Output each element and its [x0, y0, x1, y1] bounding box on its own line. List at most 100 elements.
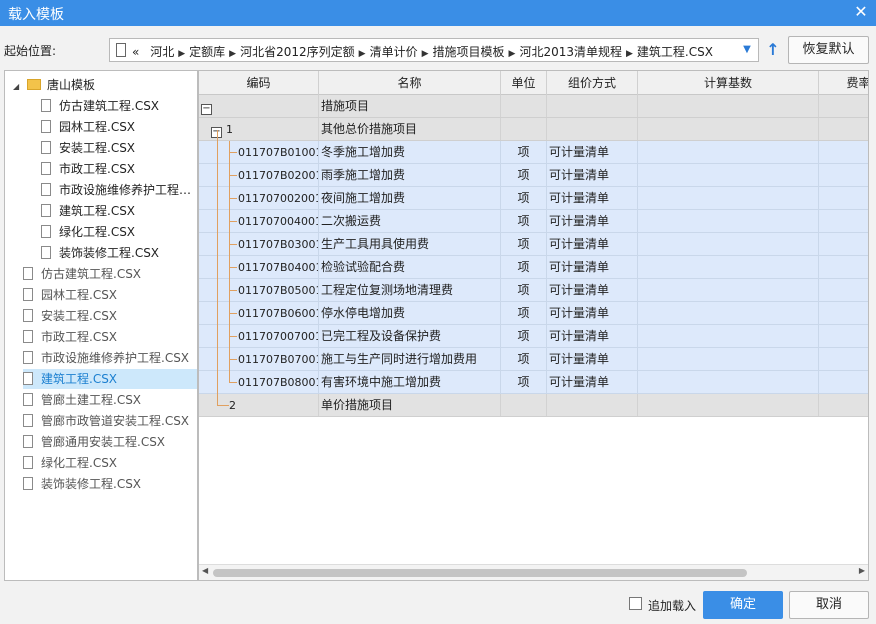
row-code: 011707B01001 — [238, 146, 319, 159]
breadcrumb-item[interactable]: « — [132, 45, 139, 59]
tree-connector-line — [217, 405, 229, 406]
scroll-left-icon[interactable]: ◀ — [202, 566, 208, 575]
tree-file-item[interactable]: 绿化工程.CSX — [23, 453, 117, 473]
tree-file-item[interactable]: 建筑工程.CSX — [23, 369, 197, 389]
row-method: 可计量清单 — [549, 283, 610, 297]
row-unit: 项 — [517, 237, 530, 251]
tree-item-label: 市政设施维修养护工程… — [59, 183, 192, 197]
grid-cell: 项 — [501, 348, 547, 370]
cancel-button[interactable]: 取消 — [789, 591, 869, 619]
header-calc-base[interactable]: 计算基数 — [638, 71, 819, 95]
table-row[interactable]: 011707B07001 施工与生产同时进行增加费用 项 可计量清单 — [199, 348, 868, 371]
row-method: 可计量清单 — [549, 306, 610, 320]
title-bar: 载入模板 ✕ — [0, 0, 876, 26]
dropdown-arrow-icon[interactable]: ▼ — [738, 39, 756, 61]
table-row[interactable]: 011707B04001 检验试验配合费 项 可计量清单 — [199, 256, 868, 279]
tree-child-item[interactable]: 建筑工程.CSX — [41, 201, 135, 221]
collapse-icon[interactable]: − — [201, 104, 212, 115]
table-row[interactable]: 011707B06001 停水停电增加费 项 可计量清单 — [199, 302, 868, 325]
up-arrow-icon[interactable]: ↑ — [764, 40, 782, 60]
path-combobox[interactable]: « 河北 ▶ 定额库 ▶ 河北省2012序列定额 ▶ 清单计价 ▶ 措施项目模板 ▶ 河北2013清… — [109, 38, 759, 62]
header-name[interactable]: 名称 — [319, 71, 501, 95]
ok-button[interactable]: 确定 — [703, 591, 783, 619]
tree-connector-line — [217, 130, 218, 226]
row-code: 011707B07001 — [238, 353, 319, 366]
grid-cell — [819, 325, 868, 347]
close-icon[interactable]: ✕ — [852, 2, 870, 21]
tree-file-item[interactable]: 装饰装修工程.CSX — [23, 474, 141, 494]
file-icon — [41, 183, 51, 196]
folder-icon — [27, 79, 41, 90]
tree-file-item[interactable]: 市政工程.CSX — [23, 327, 117, 347]
tree-file-item[interactable]: 管廊土建工程.CSX — [23, 390, 141, 410]
breadcrumb-item[interactable]: 河北 — [150, 45, 174, 59]
tree-child-item[interactable]: 装饰装修工程.CSX — [41, 243, 159, 263]
breadcrumb-item[interactable]: 定额库 — [189, 45, 225, 59]
grid-cell: 停水停电增加费 — [319, 302, 501, 324]
file-icon — [41, 141, 51, 154]
tree-file-item[interactable]: 仿古建筑工程.CSX — [23, 264, 141, 284]
grid-cell — [638, 325, 819, 347]
group-row-measures[interactable]: − 措施项目 — [199, 95, 868, 118]
restore-default-button[interactable]: 恢复默认 — [788, 36, 869, 64]
tree-file-item[interactable]: 管廊通用安装工程.CSX — [23, 432, 165, 452]
tree-file-item[interactable]: 园林工程.CSX — [23, 285, 117, 305]
tree-child-item[interactable]: 仿古建筑工程.CSX — [41, 96, 159, 116]
table-row[interactable]: 011707B08001 有害环境中施工增加费 项 可计量清单 — [199, 371, 868, 394]
breadcrumb-item[interactable]: 清单计价 — [370, 45, 418, 59]
breadcrumb-item[interactable]: 河北省2012序列定额 — [240, 45, 355, 59]
tree-file-item[interactable]: 市政设施维修养护工程.CSX — [23, 348, 189, 368]
grid-cell — [638, 187, 819, 209]
append-load-checkbox[interactable] — [629, 597, 642, 610]
table-row[interactable]: 011707B03001 生产工具用具使用费 项 可计量清单 — [199, 233, 868, 256]
file-icon — [23, 288, 33, 301]
scroll-right-icon[interactable]: ▶ — [859, 566, 865, 575]
grid-cell — [638, 394, 819, 416]
group-row-unit-price[interactable]: 2 单价措施项目 — [199, 394, 868, 417]
row-unit: 项 — [517, 260, 530, 274]
scrollbar-thumb[interactable] — [213, 569, 747, 577]
table-row[interactable]: 011707004001 二次搬运费 项 可计量清单 — [199, 210, 868, 233]
window-title: 载入模板 — [8, 7, 64, 23]
grid-cell — [819, 210, 868, 232]
tree-child-item[interactable]: 安装工程.CSX — [41, 138, 135, 158]
grid-cell: 可计量清单 — [547, 210, 638, 232]
row-name: 有害环境中施工增加费 — [321, 375, 442, 389]
tree-child-item[interactable]: 绿化工程.CSX — [41, 222, 135, 242]
expand-arrow-icon[interactable]: ◢ — [13, 77, 21, 97]
tree-child-item[interactable]: 园林工程.CSX — [41, 117, 135, 137]
header-rate[interactable]: 费率 — [819, 71, 868, 95]
breadcrumb-item[interactable]: 建筑工程.CSX — [637, 45, 713, 59]
grid-cell — [819, 233, 868, 255]
table-row[interactable]: 011707007001 已完工程及设备保护费 项 可计量清单 — [199, 325, 868, 348]
row-method: 可计量清单 — [549, 329, 610, 343]
row-unit: 项 — [517, 375, 530, 389]
grid-cell: 项 — [501, 302, 547, 324]
group-row-total-price[interactable]: −1 其他总价措施项目 — [199, 118, 868, 141]
table-row[interactable]: 011707B02001 雨季施工增加费 项 可计量清单 — [199, 164, 868, 187]
tree-child-item[interactable]: 市政设施维修养护工程… — [41, 180, 191, 200]
table-row[interactable]: 011707B01001 冬季施工增加费 项 可计量清单 — [199, 141, 868, 164]
grid-cell: 可计量清单 — [547, 233, 638, 255]
tree-file-item[interactable]: 安装工程.CSX — [23, 306, 117, 326]
tree-file-item[interactable]: 管廊市政管道安装工程.CSX — [23, 411, 189, 431]
header-pricing-method[interactable]: 组价方式 — [547, 71, 638, 95]
grid-cell: 雨季施工增加费 — [319, 164, 501, 186]
horizontal-scrollbar[interactable]: ◀ ▶ — [199, 564, 868, 580]
row-code: 1 — [226, 123, 233, 136]
row-name: 施工与生产同时进行增加费用 — [321, 352, 478, 366]
header-unit[interactable]: 单位 — [501, 71, 547, 95]
row-method: 可计量清单 — [549, 375, 610, 389]
tree-root-folder[interactable]: ◢ 唐山模板 — [13, 75, 95, 95]
header-code[interactable]: 编码 — [199, 71, 319, 95]
row-code: 011707B04001 — [238, 261, 319, 274]
grid-cell: 单价措施项目 — [319, 394, 501, 416]
grid-cell — [638, 118, 819, 140]
grid-cell — [638, 302, 819, 324]
breadcrumb-item[interactable]: 河北2013清单规程 — [519, 45, 622, 59]
table-row[interactable]: 011707B05001 工程定位复测场地清理费 项 可计量清单 — [199, 279, 868, 302]
grid-cell — [819, 95, 868, 117]
table-row[interactable]: 011707002001 夜间施工增加费 项 可计量清单 — [199, 187, 868, 210]
tree-child-item[interactable]: 市政工程.CSX — [41, 159, 135, 179]
breadcrumb-item[interactable]: 措施项目模板 — [433, 45, 505, 59]
